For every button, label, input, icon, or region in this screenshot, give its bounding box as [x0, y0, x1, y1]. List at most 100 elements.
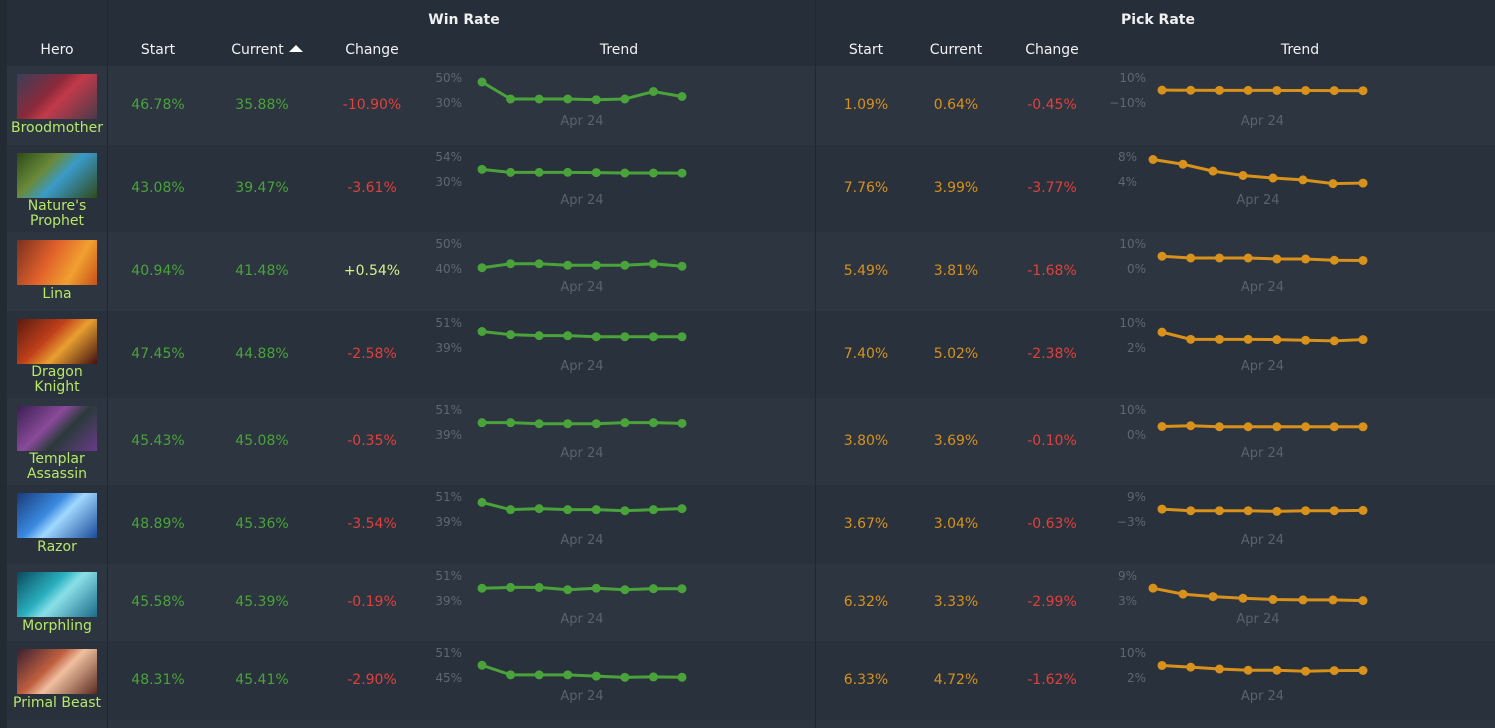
win-rate-trend-point[interactable]	[677, 332, 687, 342]
win-rate-trend-point[interactable]	[591, 419, 601, 429]
pick-rate-trend-point[interactable]	[1186, 506, 1196, 516]
win-rate-trend-point[interactable]	[563, 670, 573, 680]
win-rate-trend-point[interactable]	[563, 94, 573, 104]
hero-name[interactable]: Morphling	[7, 619, 107, 634]
pick-rate-trend-point[interactable]	[1214, 85, 1224, 95]
win-rate-trend-point[interactable]	[648, 672, 658, 682]
win-rate-trend-point[interactable]	[506, 259, 516, 269]
win-rate-trend-point[interactable]	[534, 504, 544, 514]
pick-rate-trend-point[interactable]	[1214, 664, 1224, 674]
win-rate-trend-point[interactable]	[677, 504, 687, 514]
win-rate-trend-point[interactable]	[620, 672, 630, 682]
win-rate-trend-point[interactable]	[563, 585, 573, 595]
pick-rate-trend-point[interactable]	[1272, 85, 1282, 95]
win-rate-trend-point[interactable]	[677, 418, 687, 428]
column-header-pr-change[interactable]: Change	[1002, 42, 1102, 58]
hero-cell[interactable]: Primal Beast	[7, 641, 107, 720]
table-row[interactable]: Morphling 45.58% 45.39% -0.19% 51% 39% Apr 24 6…	[7, 564, 1495, 641]
pick-rate-trend-point[interactable]	[1148, 155, 1158, 164]
win-rate-trend-point[interactable]	[620, 94, 630, 104]
pick-rate-trend-point[interactable]	[1301, 335, 1311, 345]
win-rate-trend-point[interactable]	[534, 419, 544, 429]
pick-rate-trend-point[interactable]	[1328, 179, 1338, 189]
pick-rate-trend-point[interactable]	[1329, 336, 1339, 346]
pick-rate-trend-point[interactable]	[1329, 506, 1339, 516]
win-rate-trend-point[interactable]	[677, 584, 687, 594]
pick-rate-trend-point[interactable]	[1243, 85, 1253, 95]
win-rate-trend-point[interactable]	[620, 260, 630, 270]
pick-rate-trend-point[interactable]	[1238, 593, 1248, 603]
razor-portrait[interactable]	[17, 493, 97, 538]
win-rate-trend-point[interactable]	[563, 419, 573, 429]
win-rate-trend-point[interactable]	[477, 327, 487, 336]
hero-cell[interactable]: Templar Assassin	[7, 398, 107, 485]
win-rate-trend-point[interactable]	[591, 168, 601, 178]
pick-rate-trend-point[interactable]	[1157, 327, 1167, 337]
column-header-wr-start[interactable]: Start	[108, 42, 208, 58]
pick-rate-trend-point[interactable]	[1268, 595, 1278, 604]
hero-cell[interactable]: Nature's Prophet	[7, 145, 107, 232]
win-rate-trend-point[interactable]	[677, 92, 687, 101]
pick-rate-trend-point[interactable]	[1328, 595, 1338, 605]
win-rate-trend-point[interactable]	[620, 585, 630, 595]
table-row[interactable]: Templar Assassin 45.43% 45.08% -0.35% 51% 39%…	[7, 398, 1495, 485]
hero-cell[interactable]: Dragon Knight	[7, 311, 107, 398]
pick-rate-trend-point[interactable]	[1272, 665, 1282, 675]
pick-rate-trend-point[interactable]	[1157, 504, 1167, 514]
lina-portrait[interactable]	[17, 240, 97, 285]
pick-rate-trend-point[interactable]	[1214, 422, 1224, 432]
win-rate-trend-point[interactable]	[477, 263, 487, 273]
win-rate-trend-point[interactable]	[563, 260, 573, 270]
dragon-knight-portrait[interactable]	[17, 319, 97, 364]
column-header-wr-change[interactable]: Change	[322, 42, 422, 58]
natures-prophet-portrait[interactable]	[17, 153, 97, 198]
win-rate-trend-point[interactable]	[506, 582, 516, 592]
win-rate-trend-point[interactable]	[534, 331, 544, 341]
pick-rate-trend-point[interactable]	[1329, 86, 1339, 96]
win-rate-trend-point[interactable]	[477, 418, 487, 428]
hero-name[interactable]: Nature's Prophet	[17, 199, 97, 229]
column-header-pr-trend[interactable]: Trend	[1250, 42, 1350, 58]
win-rate-trend-point[interactable]	[506, 330, 516, 340]
win-rate-trend-point[interactable]	[563, 505, 573, 515]
pick-rate-trend-point[interactable]	[1301, 86, 1311, 95]
win-rate-trend-point[interactable]	[591, 332, 601, 342]
win-rate-trend-point[interactable]	[620, 168, 630, 178]
win-rate-trend-point[interactable]	[477, 164, 487, 174]
pick-rate-trend-point[interactable]	[1186, 421, 1196, 431]
win-rate-trend-point[interactable]	[591, 260, 601, 270]
table-row[interactable]: Primal Beast 48.31% 45.41% -2.90% 51% 45% Apr …	[7, 641, 1495, 720]
column-header-pr-start[interactable]: Start	[816, 42, 916, 58]
pick-rate-trend-point[interactable]	[1298, 175, 1308, 185]
pick-rate-trend-point[interactable]	[1358, 178, 1368, 188]
win-rate-trend-point[interactable]	[506, 670, 516, 680]
hero-name[interactable]: Primal Beast	[7, 696, 107, 711]
pick-rate-trend-point[interactable]	[1329, 422, 1339, 432]
win-rate-trend-point[interactable]	[563, 167, 573, 177]
hero-name[interactable]: Lina	[7, 287, 107, 302]
pick-rate-trend-point[interactable]	[1329, 255, 1339, 265]
pick-rate-trend-point[interactable]	[1358, 422, 1368, 432]
pick-rate-trend-point[interactable]	[1214, 506, 1224, 516]
pick-rate-trend-point[interactable]	[1329, 666, 1339, 676]
win-rate-trend-point[interactable]	[477, 497, 487, 507]
column-header-hero[interactable]: Hero	[7, 42, 107, 58]
hero-name[interactable]: Broodmother	[7, 121, 107, 136]
pick-rate-trend-point[interactable]	[1301, 254, 1311, 264]
pick-rate-trend-point[interactable]	[1186, 85, 1196, 95]
pick-rate-trend-point[interactable]	[1243, 665, 1253, 675]
win-rate-trend-point[interactable]	[648, 87, 658, 96]
pick-rate-trend-point[interactable]	[1186, 662, 1196, 672]
win-rate-trend-point[interactable]	[648, 584, 658, 594]
hero-cell[interactable]: Broodmother	[7, 66, 107, 145]
win-rate-trend-point[interactable]	[620, 506, 630, 516]
pick-rate-trend-point[interactable]	[1358, 505, 1368, 515]
hero-name[interactable]: Dragon Knight	[17, 365, 97, 395]
broodmother-portrait[interactable]	[17, 74, 97, 119]
win-rate-trend-point[interactable]	[648, 168, 658, 178]
pick-rate-trend-point[interactable]	[1243, 253, 1253, 263]
pick-rate-trend-point[interactable]	[1358, 596, 1368, 606]
hero-cell[interactable]: Razor	[7, 485, 107, 564]
table-row[interactable]: Lina 40.94% 41.48% +0.54% 50% 40% Apr 24 5.49% 3…	[7, 232, 1495, 311]
pick-rate-trend-point[interactable]	[1358, 335, 1368, 345]
